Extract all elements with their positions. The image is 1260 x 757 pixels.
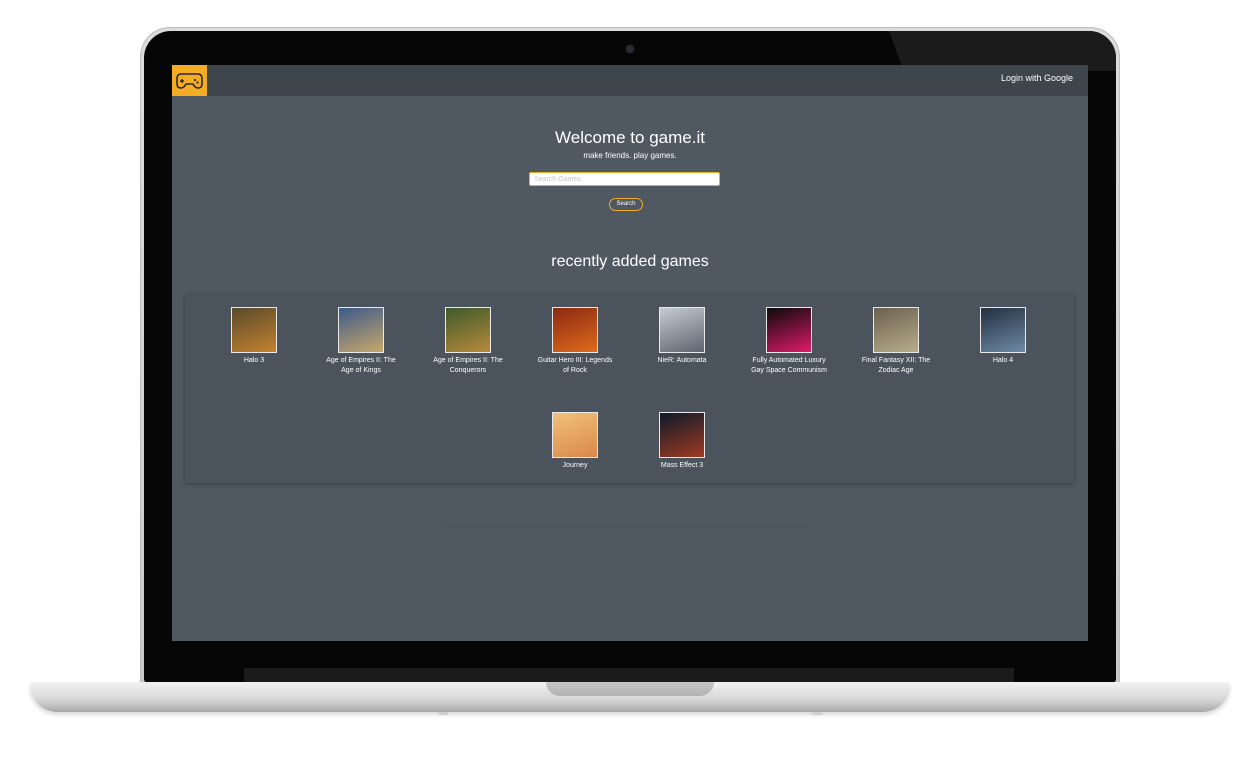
game-cover xyxy=(338,307,384,353)
game-title: Fully Automated Luxury Gay Space Communi… xyxy=(751,357,827,374)
game-card-mass-effect-3[interactable]: Mass Effect 3 xyxy=(642,412,722,471)
game-cover xyxy=(231,307,277,353)
game-cover xyxy=(552,412,598,458)
search-input[interactable] xyxy=(529,172,720,186)
game-title: Age of Empires II: The Conquerors xyxy=(433,357,503,374)
game-title: Age of Empires II: The Age of Kings xyxy=(326,357,396,374)
login-google-link[interactable]: Login with Google xyxy=(1001,73,1073,83)
game-card-halo-4[interactable]: Halo 4 xyxy=(963,307,1043,366)
webcam xyxy=(626,45,634,53)
game-card-journey[interactable]: Journey xyxy=(535,412,615,471)
game-cover xyxy=(445,307,491,353)
navbar: Login with Google xyxy=(172,65,1088,96)
game-title: Final Fantasy XII: The Zodiac Age xyxy=(861,357,931,374)
recent-games-heading: recently added games xyxy=(551,253,709,270)
divider xyxy=(442,526,812,527)
app-screen: Login with Google Welcome to game.it mak… xyxy=(172,65,1088,641)
page-title: Welcome to game.it xyxy=(555,128,705,147)
laptop-foot xyxy=(438,712,448,715)
search-button[interactable]: Search xyxy=(609,198,643,211)
laptop-notch xyxy=(546,682,714,696)
laptop-foot xyxy=(812,712,822,715)
game-title: Journey xyxy=(562,462,588,469)
game-card-halo-3[interactable]: Halo 3 xyxy=(214,307,294,366)
gamepad-icon xyxy=(176,72,203,89)
game-cover xyxy=(552,307,598,353)
game-title: NieR: Automata xyxy=(657,357,707,364)
laptop-hinge xyxy=(244,668,1014,682)
game-cover xyxy=(766,307,812,353)
logo[interactable] xyxy=(172,65,207,96)
game-card-ff12[interactable]: Final Fantasy XII: The Zodiac Age xyxy=(856,307,936,376)
game-card-aoe2-kings[interactable]: Age of Empires II: The Age of Kings xyxy=(321,307,401,376)
game-card-falgsc[interactable]: Fully Automated Luxury Gay Space Communi… xyxy=(749,307,829,376)
recent-games-panel: Halo 3 Age of Empires II: The Age of Kin… xyxy=(185,294,1074,483)
game-card-aoe2-conquerors[interactable]: Age of Empires II: The Conquerors xyxy=(428,307,508,376)
game-title: Guitar Hero III: Legends of Rock xyxy=(537,357,613,374)
game-card-guitar-hero-3[interactable]: Guitar Hero III: Legends of Rock xyxy=(535,307,615,376)
game-cover xyxy=(980,307,1026,353)
game-cover xyxy=(659,412,705,458)
page-subtitle: make friends. play games. xyxy=(583,151,677,160)
game-card-nier-automata[interactable]: NieR: Automata xyxy=(642,307,722,366)
game-title: Halo 4 xyxy=(992,357,1014,364)
game-title: Halo 3 xyxy=(243,357,265,364)
game-title: Mass Effect 3 xyxy=(660,462,704,469)
game-cover xyxy=(873,307,919,353)
game-cover xyxy=(659,307,705,353)
